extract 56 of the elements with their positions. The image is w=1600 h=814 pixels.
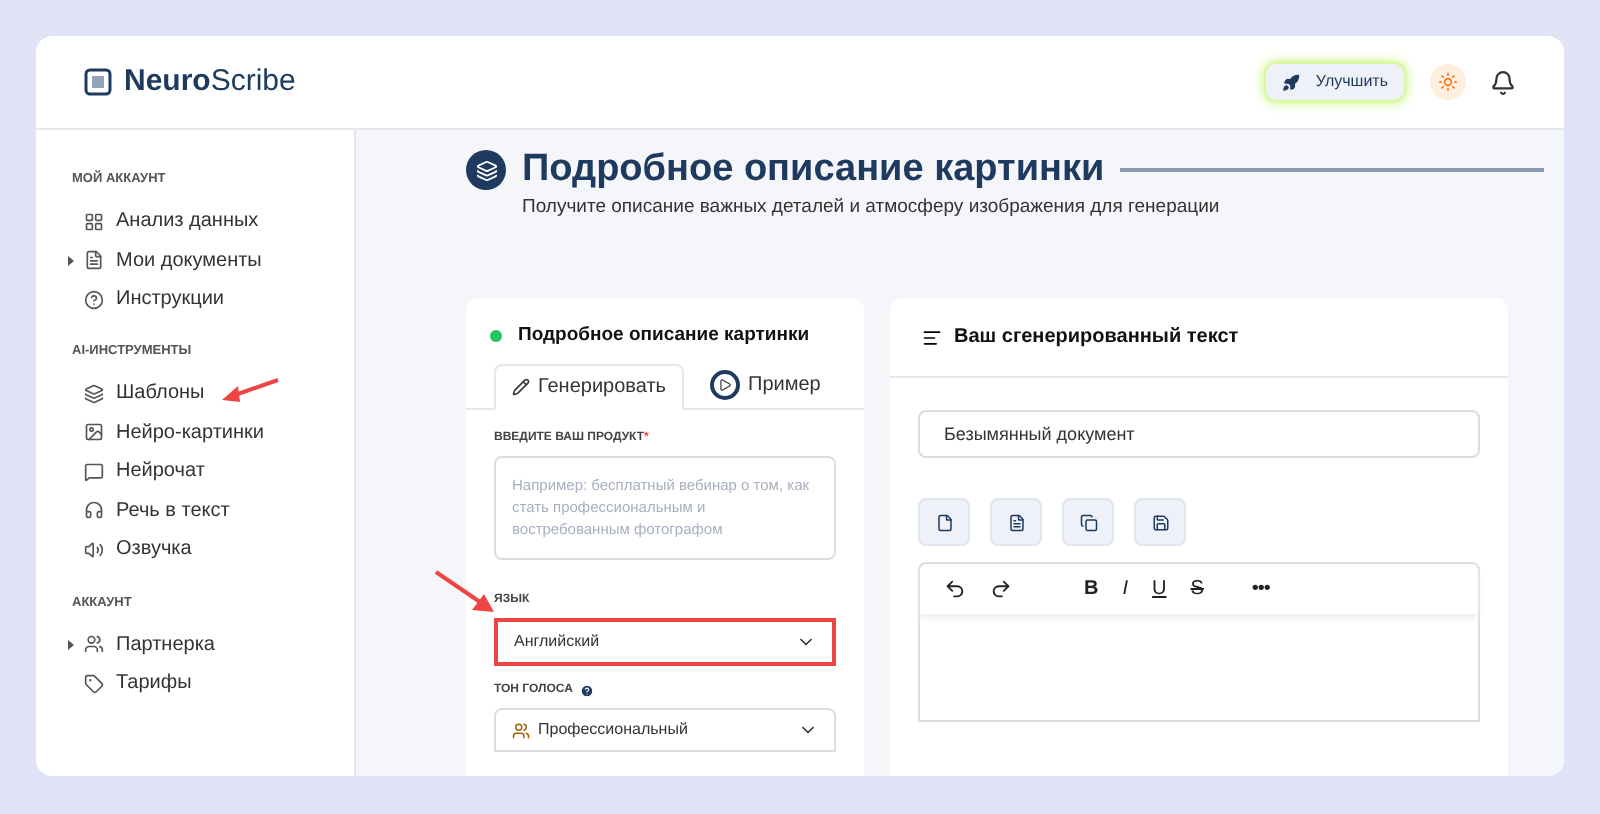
speaker-icon — [84, 539, 104, 560]
sidebar-item[interactable]: Нейро-картинки — [116, 417, 264, 448]
play-icon — [710, 370, 740, 401]
annotation-arrow — [432, 568, 496, 616]
image-icon — [84, 422, 104, 443]
tab[interactable]: Генерировать — [494, 364, 684, 411]
format-button[interactable]: B — [1084, 574, 1099, 604]
tone-select[interactable]: Профессиональный — [494, 708, 836, 753]
document-icon[interactable] — [990, 498, 1042, 546]
grid-icon — [84, 211, 104, 231]
pencil-icon — [512, 378, 530, 397]
sidebar-item[interactable]: Шаблоны — [116, 378, 205, 409]
format-button[interactable]: I — [1122, 574, 1129, 604]
rocket-icon — [1281, 73, 1300, 91]
layers-icon — [84, 383, 104, 404]
annotation-arrow — [220, 376, 280, 404]
help-icon — [84, 289, 104, 309]
notification-icon[interactable] — [1490, 69, 1516, 95]
theme-button[interactable] — [1430, 64, 1466, 100]
redo-icon[interactable] — [990, 578, 1012, 600]
sidebar-item[interactable]: Тарифы — [116, 668, 192, 698]
file-icon[interactable] — [918, 498, 970, 546]
sidebar-item[interactable]: Озвучка — [116, 534, 192, 565]
undo-icon[interactable] — [944, 578, 966, 600]
sun-icon — [1438, 72, 1458, 92]
card-title: Ваш сгенерированный текст — [954, 324, 1239, 352]
brand-name: NeuroScribe — [124, 61, 296, 102]
sidebar-item[interactable]: Инструкции — [116, 284, 225, 314]
headphones-icon — [84, 500, 104, 521]
tab[interactable]: Пример — [692, 362, 839, 409]
chat-icon — [84, 461, 104, 482]
users-icon — [84, 634, 104, 654]
document-name-field[interactable]: Безымянный документ — [918, 410, 1480, 458]
copy-icon[interactable] — [1062, 498, 1114, 546]
page-title: Подробное описание картинки — [522, 146, 1105, 194]
document-icon — [84, 250, 104, 270]
format-button[interactable]: ••• — [1251, 574, 1270, 604]
text-lines-icon — [922, 327, 942, 347]
card-title: Подробное описание картинки — [518, 322, 810, 350]
page-subtitle: Получите описание важных деталей и атмосферу изображения для генерации — [522, 193, 1222, 222]
format-button[interactable]: U — [1152, 574, 1167, 604]
sidebar-item[interactable]: Речь в текст — [116, 495, 230, 526]
language-select[interactable]: Английский — [494, 618, 836, 667]
tag-icon — [84, 673, 104, 693]
sidebar-item[interactable]: Партнерка — [116, 629, 215, 659]
sidebar-item[interactable]: Анализ данных — [116, 206, 259, 236]
help-icon — [580, 684, 595, 699]
logo-icon — [84, 68, 112, 96]
save-icon[interactable] — [1134, 498, 1186, 546]
layers-icon — [466, 150, 506, 190]
expand-caret-icon[interactable] — [68, 639, 74, 649]
expand-caret-icon[interactable] — [68, 255, 74, 265]
sidebar-item[interactable]: Нейрочат — [116, 456, 205, 487]
sidebar-item[interactable]: Мои документы — [116, 245, 262, 275]
upgrade-button[interactable]: Улучшить — [1263, 62, 1406, 102]
format-button[interactable]: S — [1190, 574, 1204, 604]
